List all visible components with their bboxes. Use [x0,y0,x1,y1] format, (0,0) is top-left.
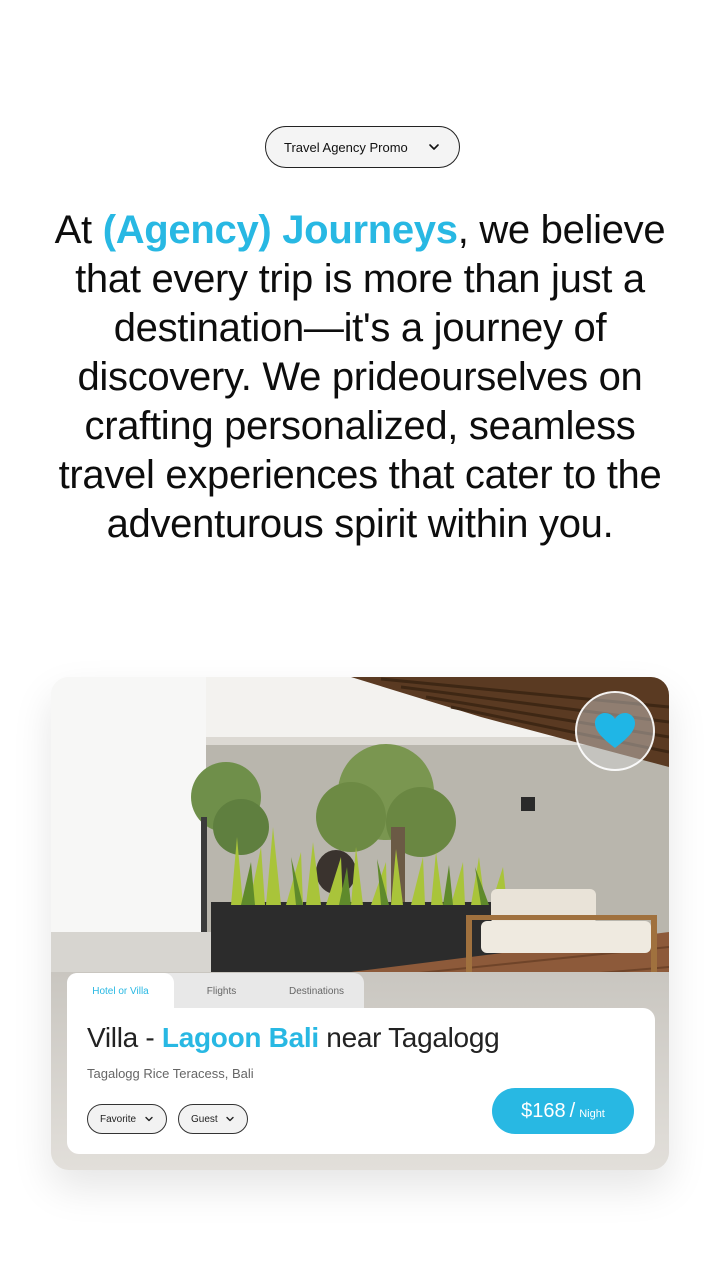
tab-destinations[interactable]: Destinations [269,973,364,1009]
listing-info: Villa - Lagoon Bali near Tagalogg Tagalo… [67,1008,655,1154]
listing-title-suffix: near Tagalogg [318,1022,500,1053]
listing-title: Villa - Lagoon Bali near Tagalogg [87,1022,500,1054]
promo-selector[interactable]: Travel Agency Promo [265,126,460,168]
listing-title-accent: Lagoon Bali [161,1022,319,1053]
chevron-down-icon [226,1116,234,1122]
favorite-select-label: Favorite [100,1113,137,1125]
favorite-button[interactable] [575,691,655,771]
chevron-down-icon [429,144,439,150]
headline-body: , we believe that every trip is more tha… [58,208,666,546]
price-unit: Night [579,1108,605,1120]
chevron-down-icon [145,1116,153,1122]
listing-card[interactable]: Hotel or Villa Flights Destinations Vill… [51,677,669,1170]
guest-select[interactable]: Guest [178,1104,248,1134]
agency-name: (Agency) Journeys [102,208,458,252]
tab-hotel-or-villa[interactable]: Hotel or Villa [67,973,174,1009]
price-button[interactable]: $168 / Night [492,1088,634,1134]
promo-selector-label: Travel Agency Promo [284,139,408,155]
price-separator: / [569,1099,576,1122]
tab-flights[interactable]: Flights [174,973,269,1009]
headline: At (Agency) Journeys, we believe that ev… [40,206,680,549]
headline-prefix: At [54,208,103,252]
booking-tabs: Hotel or Villa Flights Destinations [67,973,364,1009]
listing-title-prefix: Villa - [87,1022,162,1053]
guest-select-label: Guest [191,1113,218,1125]
listing-location: Tagalogg Rice Teracess, Bali [87,1066,254,1081]
favorite-select[interactable]: Favorite [87,1104,167,1134]
price-amount: $168 [521,1099,566,1122]
heart-icon [595,713,635,748]
